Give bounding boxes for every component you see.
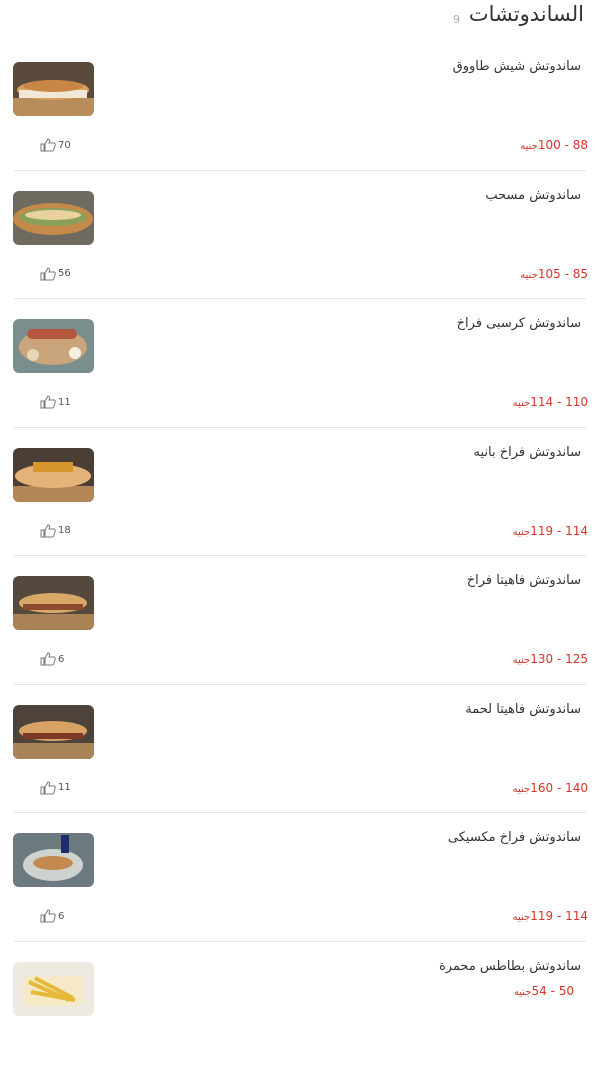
item-image[interactable] <box>13 705 94 759</box>
thumbs-up-icon <box>40 395 56 409</box>
item-image[interactable] <box>13 319 94 373</box>
sandwich-photo-icon <box>13 448 94 502</box>
item-name[interactable]: ساندوتش فاهيتا فراخ <box>467 573 581 588</box>
item-name[interactable]: ساندوتش مسحب <box>485 188 581 203</box>
item-count-badge: 9 <box>453 13 460 26</box>
item-name[interactable]: ساندوتش شيش طاووق <box>453 59 581 74</box>
item-name[interactable]: ساندوتش فراخ بانيه <box>473 445 581 460</box>
thumbs-up-icon <box>40 652 56 666</box>
item-price: 85 - 105جنيه <box>520 267 588 281</box>
menu-item[interactable]: ساندوتش فراخ بانيه 114 - 119جنيه 18 <box>14 428 586 557</box>
item-price: 114 - 119جنيه <box>513 524 588 538</box>
thumbs-up-icon <box>40 909 56 923</box>
item-price: 50 - 54جنيه <box>514 984 574 998</box>
section-title: الساندوتشات <box>469 2 584 26</box>
like-count: 18 <box>58 525 71 536</box>
like-button[interactable]: 6 <box>40 652 64 666</box>
like-button[interactable]: 11 <box>40 395 71 409</box>
like-count: 56 <box>58 268 71 279</box>
item-name[interactable]: ساندوتش فاهيتا لحمة <box>465 702 581 717</box>
menu-item[interactable]: ساندوتش شيش طاووق 88 - 100جنيه 70 <box>14 42 586 171</box>
sandwich-photo-icon <box>13 191 94 245</box>
sandwich-photo-icon <box>13 576 94 630</box>
item-image[interactable] <box>13 448 94 502</box>
menu-item[interactable]: ساندوتش بطاطس محمرة 50 - 54جنيه <box>14 942 586 1069</box>
like-button[interactable]: 11 <box>40 781 71 795</box>
item-price: 110 - 114جنيه <box>513 395 588 409</box>
menu-item[interactable]: ساندوتش مسحب 85 - 105جنيه 56 <box>14 171 586 300</box>
item-image[interactable] <box>13 191 94 245</box>
sandwich-photo-icon <box>13 705 94 759</box>
menu-item[interactable]: ساندوتش فاهيتا لحمة 140 - 160جنيه 11 <box>14 685 586 814</box>
item-price: 140 - 160جنيه <box>513 781 588 795</box>
thumbs-up-icon <box>40 138 56 152</box>
like-count: 11 <box>58 782 71 793</box>
item-image[interactable] <box>13 833 94 887</box>
like-button[interactable]: 18 <box>40 524 71 538</box>
thumbs-up-icon <box>40 781 56 795</box>
item-price: 114 - 119جنيه <box>513 909 588 923</box>
thumbs-up-icon <box>40 267 56 281</box>
item-image[interactable] <box>13 576 94 630</box>
sandwich-photo-icon <box>13 62 94 116</box>
menu-item[interactable]: ساندوتش فاهيتا فراخ 125 - 130جنيه 6 <box>14 556 586 685</box>
sandwich-photo-icon <box>13 319 94 373</box>
section-header: الساندوتشات 9 <box>0 0 600 36</box>
item-image[interactable] <box>13 962 94 1016</box>
item-price: 88 - 100جنيه <box>520 138 588 152</box>
item-name[interactable]: ساندوتش فراخ مكسيكى <box>448 830 581 845</box>
menu-list: ساندوتش شيش طاووق 88 - 100جنيه 70 ساندوت… <box>0 42 600 1069</box>
like-count: 6 <box>58 911 64 922</box>
item-name[interactable]: ساندوتش بطاطس محمرة <box>439 959 581 974</box>
thumbs-up-icon <box>40 524 56 538</box>
like-count: 70 <box>58 140 71 151</box>
like-count: 6 <box>58 654 64 665</box>
like-button[interactable]: 70 <box>40 138 71 152</box>
item-image[interactable] <box>13 62 94 116</box>
menu-item[interactable]: ساندوتش فراخ مكسيكى 114 - 119جنيه 6 <box>14 813 586 942</box>
item-price: 125 - 130جنيه <box>513 652 588 666</box>
like-button[interactable]: 56 <box>40 267 71 281</box>
like-count: 11 <box>58 397 71 408</box>
like-button[interactable]: 6 <box>40 909 64 923</box>
item-name[interactable]: ساندوتش كرسبى فراخ <box>457 316 581 331</box>
fries-photo-icon <box>13 962 94 1016</box>
menu-item[interactable]: ساندوتش كرسبى فراخ 110 - 114جنيه 11 <box>14 299 586 428</box>
sandwich-photo-icon <box>13 833 94 887</box>
